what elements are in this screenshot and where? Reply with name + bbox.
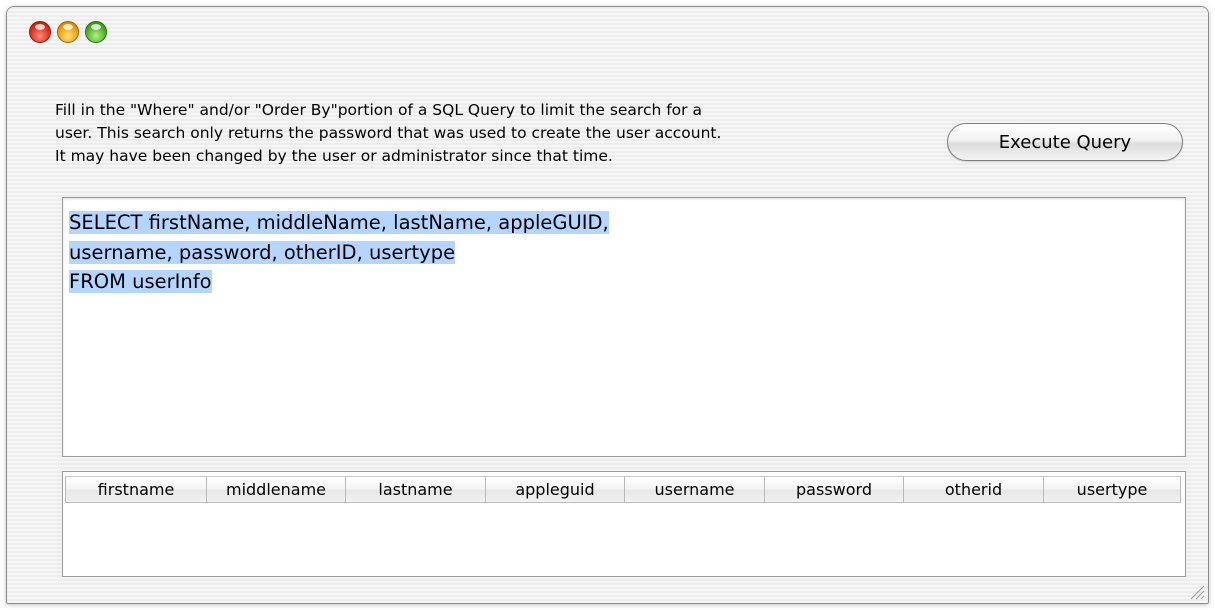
results-table[interactable]: firstname middlename lastname appleguid … xyxy=(62,471,1186,577)
column-header-otherid[interactable]: otherid xyxy=(904,476,1044,502)
query-line: FROM userInfo xyxy=(69,267,609,297)
sql-query-text[interactable]: SELECT firstName, middleName, lastName, … xyxy=(69,208,609,297)
close-button[interactable] xyxy=(29,21,51,43)
column-header-middlename[interactable]: middlename xyxy=(207,476,346,502)
instructions-text: Fill in the "Where" and/or "Order By"por… xyxy=(55,101,722,165)
column-header-lastname[interactable]: lastname xyxy=(346,476,486,502)
query-line: SELECT firstName, middleName, lastName, … xyxy=(69,208,609,238)
title-bar[interactable] xyxy=(7,7,1208,57)
query-line-text: SELECT firstName, middleName, lastName, … xyxy=(69,211,609,234)
minimize-button[interactable] xyxy=(57,21,79,43)
zoom-button[interactable] xyxy=(85,21,107,43)
query-line: username, password, otherID, usertype xyxy=(69,238,609,268)
column-header-appleguid[interactable]: appleguid xyxy=(486,476,625,502)
execute-query-button[interactable]: Execute Query xyxy=(947,123,1183,161)
query-line-text: username, password, otherID, usertype xyxy=(69,240,456,264)
table-header-row: firstname middlename lastname appleguid … xyxy=(65,476,1181,503)
query-line-text: FROM userInfo xyxy=(69,270,212,293)
query-window: Fill in the "Where" and/or "Order By"por… xyxy=(6,6,1209,604)
resize-grip-icon[interactable] xyxy=(1187,582,1205,600)
sql-query-editor[interactable]: SELECT firstName, middleName, lastName, … xyxy=(62,197,1186,457)
column-header-usertype[interactable]: usertype xyxy=(1044,476,1181,502)
column-header-username[interactable]: username xyxy=(625,476,765,502)
column-header-firstname[interactable]: firstname xyxy=(65,476,207,502)
column-header-password[interactable]: password xyxy=(765,476,904,502)
